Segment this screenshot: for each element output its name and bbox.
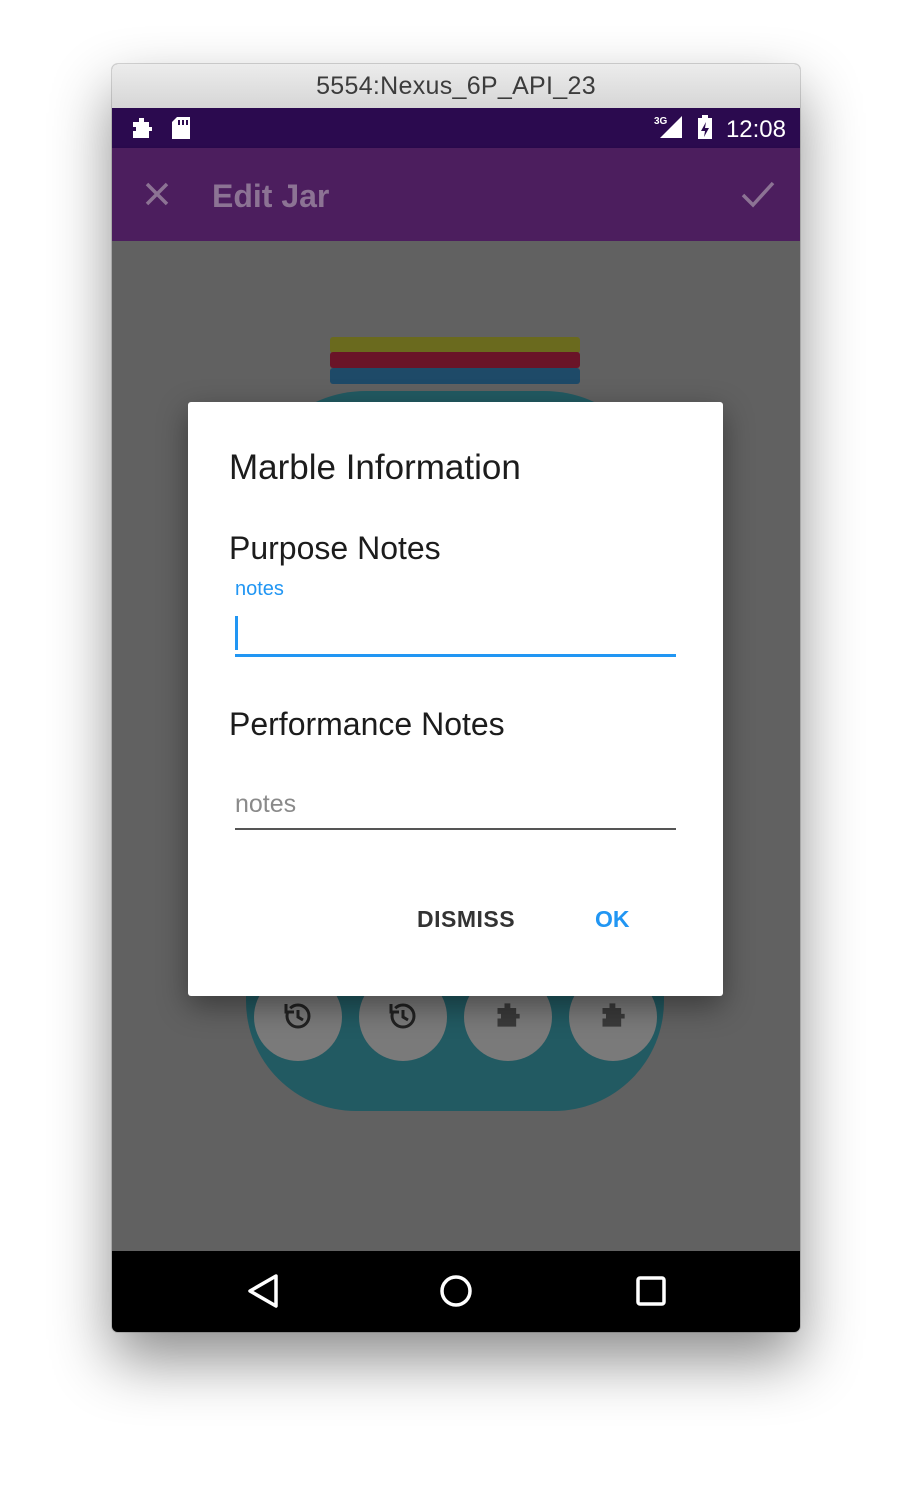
signal-icon: 3G	[654, 114, 684, 145]
status-time: 12:08	[725, 115, 786, 143]
performance-notes-input[interactable]: notes	[235, 790, 676, 830]
emulator-window: 5554:Nexus_6P_API_23 3G 12:08 Edit Jar M…	[112, 64, 800, 1332]
performance-notes-placeholder: notes	[235, 790, 297, 818]
recents-icon[interactable]	[634, 1273, 668, 1314]
navigation-bar	[112, 1251, 800, 1332]
sd-card-icon	[170, 116, 192, 145]
text-cursor	[235, 616, 238, 650]
app-bar: Edit Jar	[112, 148, 800, 241]
dismiss-button[interactable]: DISMISS	[417, 906, 515, 933]
app-bar-title: Edit Jar	[212, 178, 330, 214]
jar-lid-band	[330, 368, 580, 384]
jar-lid-band	[330, 337, 580, 353]
purpose-notes-label: notes	[235, 578, 284, 600]
puzzle-icon	[494, 1001, 522, 1034]
ok-button[interactable]: OK	[595, 906, 630, 933]
check-icon[interactable]	[740, 178, 776, 215]
history-icon	[283, 1000, 313, 1035]
puzzle-notification-icon	[130, 116, 154, 145]
purpose-notes-input[interactable]	[235, 612, 676, 657]
history-icon	[388, 1000, 418, 1035]
svg-text:3G: 3G	[654, 116, 668, 127]
back-icon[interactable]	[246, 1273, 280, 1314]
purpose-notes-heading: Purpose Notes	[229, 530, 441, 566]
battery-icon	[696, 114, 714, 145]
close-icon[interactable]	[142, 179, 172, 214]
marble-information-dialog: Marble Information Purpose Notes notes P…	[188, 402, 723, 996]
window-titlebar: 5554:Nexus_6P_API_23	[112, 64, 800, 109]
home-icon[interactable]	[438, 1273, 474, 1314]
dialog-title: Marble Information	[229, 448, 521, 487]
performance-notes-heading: Performance Notes	[229, 706, 505, 742]
status-bar: 3G 12:08	[112, 108, 800, 148]
puzzle-icon	[599, 1001, 627, 1034]
jar-lid-band	[330, 352, 580, 368]
window-title: 5554:Nexus_6P_API_23	[316, 71, 596, 100]
